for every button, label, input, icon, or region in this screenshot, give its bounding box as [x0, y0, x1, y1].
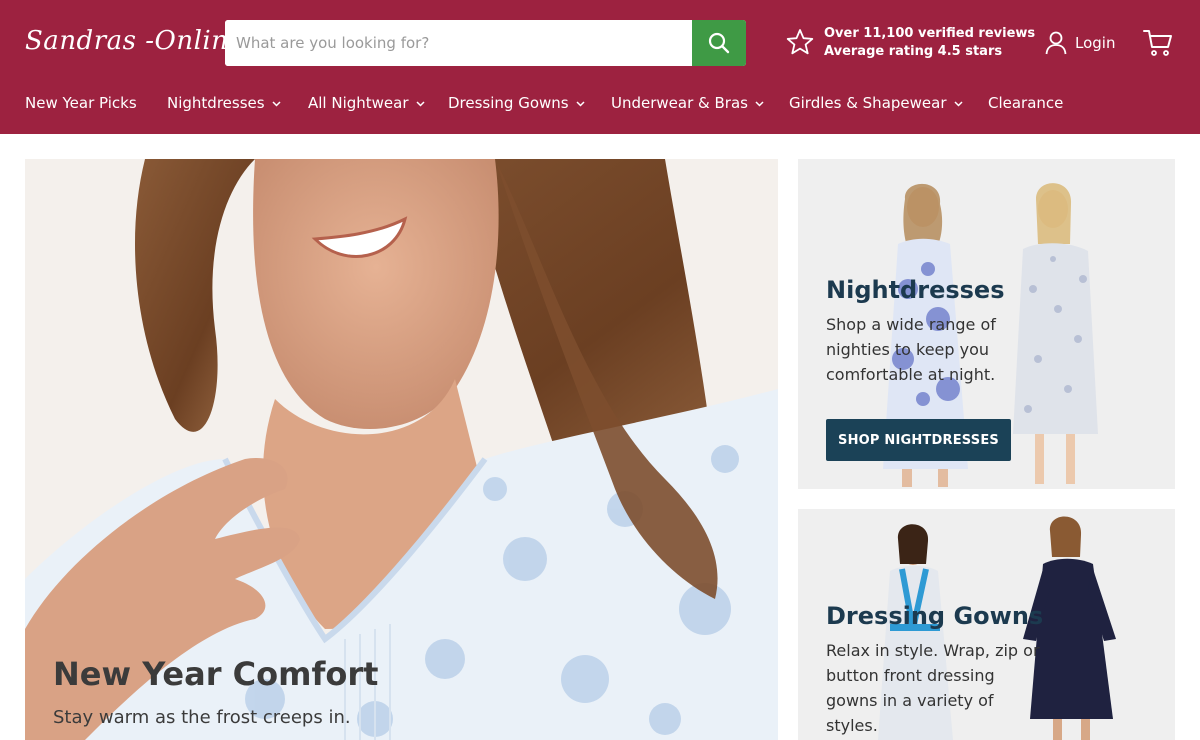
- nav-item-label: Nightdresses: [167, 94, 265, 112]
- search-bar: [225, 20, 746, 66]
- nav-item-new-year-picks[interactable]: New Year Picks: [25, 94, 137, 112]
- hero-title: New Year Comfort: [53, 655, 379, 693]
- login-label: Login: [1075, 34, 1116, 52]
- nav-item-underwear-bras[interactable]: Underwear & Bras: [611, 94, 764, 112]
- chevron-down-icon: [576, 101, 585, 107]
- reviews-rating-text: Average rating 4.5 stars: [824, 44, 1003, 59]
- site-logo[interactable]: Sandras -Online: [25, 26, 244, 56]
- nav-item-clearance[interactable]: Clearance: [988, 94, 1063, 112]
- hero-subtitle: Stay warm as the frost creeps in.: [53, 707, 351, 728]
- dressing-gowns-card[interactable]: Dressing Gowns Relax in style. Wrap, zip…: [798, 509, 1175, 740]
- nightdresses-description: Shop a wide range of nighties to keep yo…: [826, 315, 996, 384]
- search-icon: [708, 32, 730, 54]
- nav-item-dressing-gowns[interactable]: Dressing Gowns: [448, 94, 585, 112]
- hero-banner[interactable]: New Year Comfort Stay warm as the frost …: [25, 159, 778, 740]
- nav-item-label: New Year Picks: [25, 94, 137, 112]
- user-icon: [1045, 31, 1067, 55]
- chevron-down-icon: [416, 101, 425, 107]
- dressing-gowns-title: Dressing Gowns: [826, 602, 1044, 630]
- nav-item-label: All Nightwear: [308, 94, 409, 112]
- nav-item-label: Underwear & Bras: [611, 94, 748, 112]
- shop-nightdresses-button[interactable]: SHOP NIGHTDRESSES: [826, 419, 1011, 461]
- nav-item-all-nightwear[interactable]: All Nightwear: [308, 94, 425, 112]
- hero-image: [25, 159, 778, 740]
- site-header: Sandras -Online Over 11,100 verified rev…: [0, 0, 1200, 134]
- chevron-down-icon: [953, 101, 963, 107]
- nav-item-label: Dressing Gowns: [448, 94, 569, 112]
- nav-item-girdles-shapewear[interactable]: Girdles & Shapewear: [789, 94, 963, 112]
- login-link[interactable]: Login: [1045, 30, 1115, 56]
- main-nav: New Year Picks Nightdresses All Nightwea…: [0, 90, 1200, 120]
- cart-icon[interactable]: [1143, 29, 1173, 57]
- nav-item-nightdresses[interactable]: Nightdresses: [167, 94, 281, 112]
- nav-item-label: Clearance: [988, 94, 1064, 112]
- star-icon: [786, 29, 814, 55]
- reviews-count-text: Over 11,100 verified reviews: [824, 26, 1036, 41]
- dressing-gowns-description: Relax in style. Wrap, zip or button fron…: [826, 641, 1040, 735]
- nav-item-label: Girdles & Shapewear: [789, 94, 947, 112]
- reviews-badge[interactable]: Over 11,100 verified reviews Average rat…: [786, 25, 1035, 65]
- search-button[interactable]: [692, 20, 746, 66]
- nightdresses-title: Nightdresses: [826, 276, 1005, 304]
- chevron-down-icon: [755, 101, 764, 107]
- chevron-down-icon: [272, 101, 281, 107]
- nightdresses-card[interactable]: Nightdresses Shop a wide range of nighti…: [798, 159, 1175, 489]
- search-input[interactable]: [225, 20, 692, 66]
